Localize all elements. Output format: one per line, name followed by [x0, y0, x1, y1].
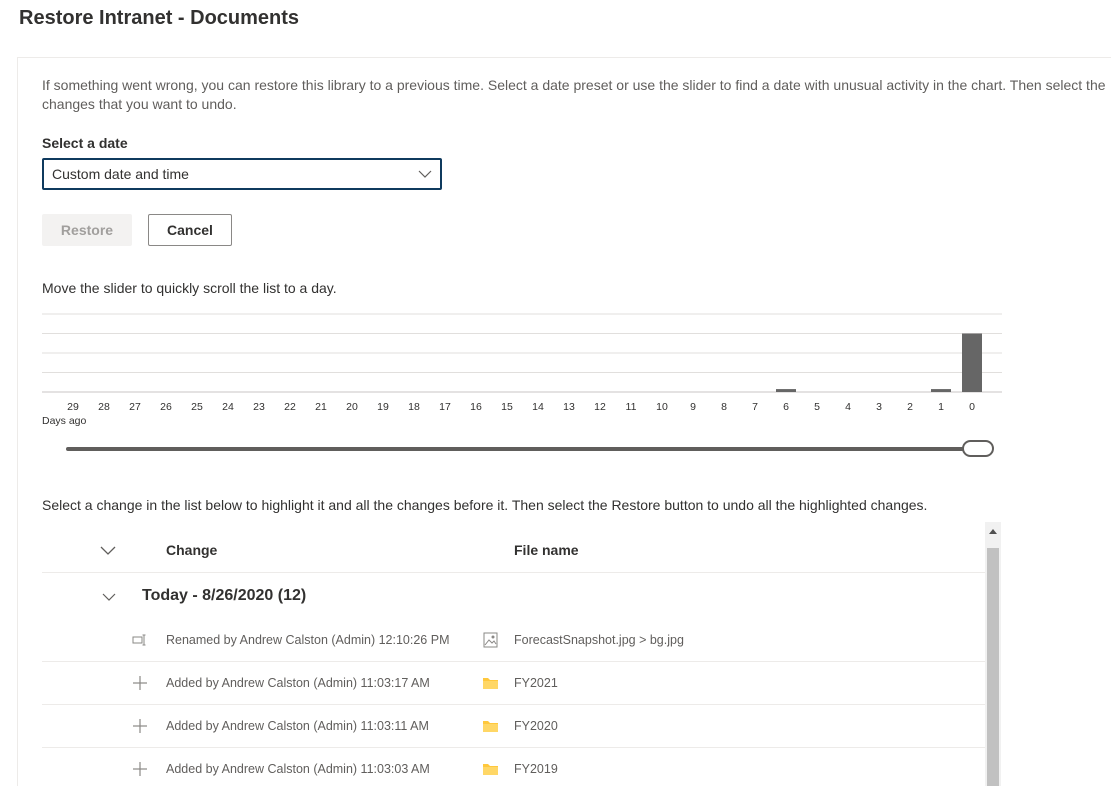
chart-tick-label: 11 [626, 401, 637, 413]
change-description: Added by Andrew Calston (Admin) 11:03:03… [166, 762, 430, 776]
image-file-icon [483, 632, 498, 648]
change-description: Added by Andrew Calston (Admin) 11:03:17… [166, 676, 430, 690]
change-description: Renamed by Andrew Calston (Admin) 12:10:… [166, 633, 450, 647]
chart-tick-label: 25 [191, 401, 203, 413]
chart-x-axis-label: Days ago [42, 415, 87, 427]
change-description: Added by Andrew Calston (Admin) 11:03:11… [166, 719, 429, 733]
date-select-label: Select a date [42, 135, 128, 151]
chart-tick-label: 2 [907, 401, 913, 413]
chart-tick-label: 1 [938, 401, 944, 413]
chart-tick-label: 9 [690, 401, 696, 413]
add-icon [133, 762, 147, 776]
chevron-down-icon [418, 170, 432, 178]
chevron-down-icon[interactable] [102, 591, 116, 603]
chart-bar [776, 389, 796, 392]
scroll-up-arrow-icon[interactable] [985, 522, 1001, 542]
page-title: Restore Intranet - Documents [19, 7, 300, 29]
add-icon [133, 719, 147, 733]
list-header: Change File name [42, 527, 985, 573]
chart-bar [962, 333, 982, 392]
add-icon [133, 676, 147, 690]
chart-tick-label: 6 [783, 401, 789, 413]
rename-icon [132, 634, 146, 646]
chart-bar [931, 389, 951, 392]
slider-thumb[interactable] [962, 440, 994, 457]
chart-tick-label: 27 [129, 401, 141, 413]
scrollbar[interactable] [985, 522, 1001, 786]
chart-tick-label: 8 [721, 401, 727, 413]
scrollbar-thumb[interactable] [987, 548, 999, 786]
slider-track[interactable] [66, 447, 976, 451]
group-header: Today - 8/26/2020 (12) [42, 575, 985, 619]
chart-tick-label: 14 [532, 401, 544, 413]
table-row[interactable]: Added by Andrew Calston (Admin) 11:03:03… [42, 748, 985, 786]
chart-tick-label: 28 [98, 401, 110, 413]
chart-tick-label: 10 [656, 401, 668, 413]
chevron-down-icon[interactable] [100, 543, 116, 557]
chart-tick-label: 23 [253, 401, 265, 413]
chart-tick-label: 3 [876, 401, 882, 413]
file-name: FY2019 [514, 762, 558, 776]
changes-list: Change File name Today - 8/26/2020 (12) … [42, 527, 985, 786]
chart-tick-label: 13 [563, 401, 575, 413]
chart-tick-label: 24 [222, 401, 234, 413]
file-name: FY2021 [514, 676, 558, 690]
chart-tick-label: 22 [284, 401, 296, 413]
chart-tick-label: 29 [67, 401, 79, 413]
restore-button[interactable]: Restore [42, 214, 132, 246]
chart-tick-label: 4 [845, 401, 851, 413]
file-name: ForecastSnapshot.jpg > bg.jpg [514, 633, 684, 647]
date-select-value: Custom date and time [52, 166, 189, 182]
chart-tick-label: 26 [160, 401, 172, 413]
folder-icon [483, 678, 498, 689]
file-name: FY2020 [514, 719, 558, 733]
activity-chart: 29 28 27 26 25 24 23 22 21 20 19 18 17 16 15 14 13 12 11 10… [42, 313, 1002, 427]
table-row[interactable]: Added by Andrew Calston (Admin) 11:03:17… [42, 662, 985, 705]
chart-tick-label: 20 [346, 401, 358, 413]
list-instruction: Select a change in the list below to hig… [42, 497, 928, 513]
chart-tick-label: 17 [439, 401, 451, 413]
chart-tick-label: 12 [594, 401, 606, 413]
chart-tick-label: 0 [969, 401, 975, 413]
intro-text: If something went wrong, you can restore… [42, 77, 1106, 112]
chart-tick-label: 18 [408, 401, 420, 413]
column-header-change[interactable]: Change [166, 542, 217, 558]
folder-icon [483, 721, 498, 732]
chart-tick-label: 21 [315, 401, 327, 413]
chart-tick-label: 5 [814, 401, 820, 413]
folder-icon [483, 764, 498, 775]
table-row[interactable]: Renamed by Andrew Calston (Admin) 12:10:… [42, 619, 985, 662]
group-title: Today - 8/26/2020 (12) [142, 587, 307, 604]
chart-tick-label: 16 [470, 401, 482, 413]
chart-tick-label: 7 [752, 401, 758, 413]
chart-tick-label: 19 [377, 401, 389, 413]
cancel-button[interactable]: Cancel [148, 214, 232, 246]
column-header-file-name[interactable]: File name [514, 542, 579, 558]
slider-caption: Move the slider to quickly scroll the li… [42, 280, 337, 296]
table-row[interactable]: Added by Andrew Calston (Admin) 11:03:11… [42, 705, 985, 748]
date-select-dropdown[interactable]: Custom date and time [42, 158, 442, 190]
chart-tick-label: 15 [501, 401, 513, 413]
